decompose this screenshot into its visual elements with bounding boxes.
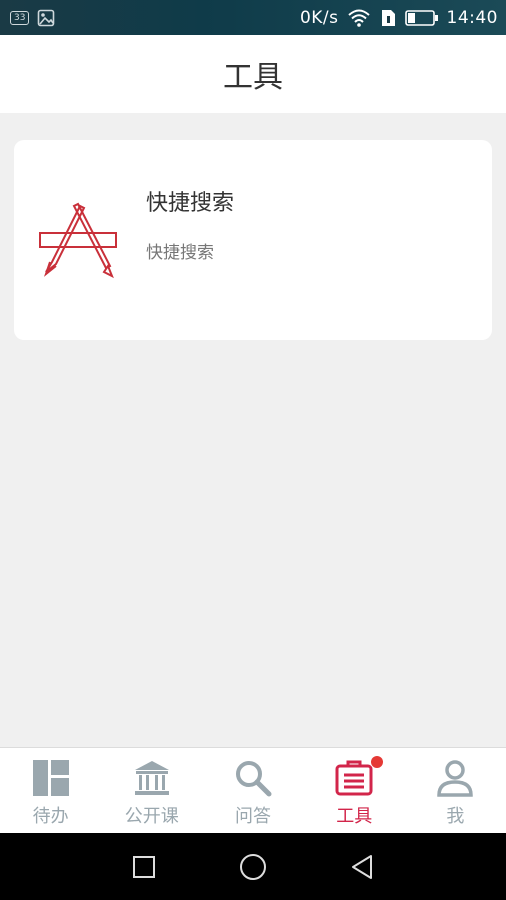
clock: 14:40 [446,7,498,28]
sim-card-icon [381,9,395,26]
circle-icon [239,853,266,880]
tool-card-quick-search[interactable]: 快捷搜索 快捷搜索 [14,140,492,340]
network-speed: 0K/s [299,7,339,28]
tool-title: 快捷搜索 [146,191,235,216]
nav-item-tools[interactable]: 工具 [304,748,405,833]
nav-item-me[interactable]: 我 [405,748,506,833]
system-navigation-bar [0,833,506,900]
status-bar: 33 0K/s 14:40 [0,0,506,35]
square-icon [133,855,156,878]
person-icon [437,760,474,797]
bottom-navigation: 待办 公开课 问答 工具 我 [0,747,506,833]
page-title: 工具 [223,60,283,95]
wifi-icon [347,9,370,27]
nav-label: 问答 [235,806,271,827]
app-header: 工具 [0,35,506,113]
nav-item-open-course[interactable]: 公开课 [101,748,202,833]
nav-label: 待办 [32,806,69,827]
image-icon [38,9,55,26]
home-button[interactable] [238,852,268,882]
toolbox-icon [335,760,373,796]
battery-icon [404,9,438,26]
nav-label: 公开课 [124,806,179,827]
dashboard-icon [32,760,69,796]
back-button[interactable] [347,852,377,882]
search-icon [236,761,272,797]
recents-button[interactable] [129,852,159,882]
triangle-back-icon [351,854,372,879]
notification-badge [370,756,383,768]
tool-description: 快捷搜索 [146,243,214,263]
nav-item-todo[interactable]: 待办 [0,748,101,833]
nav-label: 工具 [336,806,373,827]
nav-label: 我 [446,806,465,827]
app-store-icon [39,202,117,279]
sim-indicator: 33 [10,10,30,25]
nav-item-qa[interactable]: 问答 [202,748,303,833]
bank-icon [134,761,169,795]
